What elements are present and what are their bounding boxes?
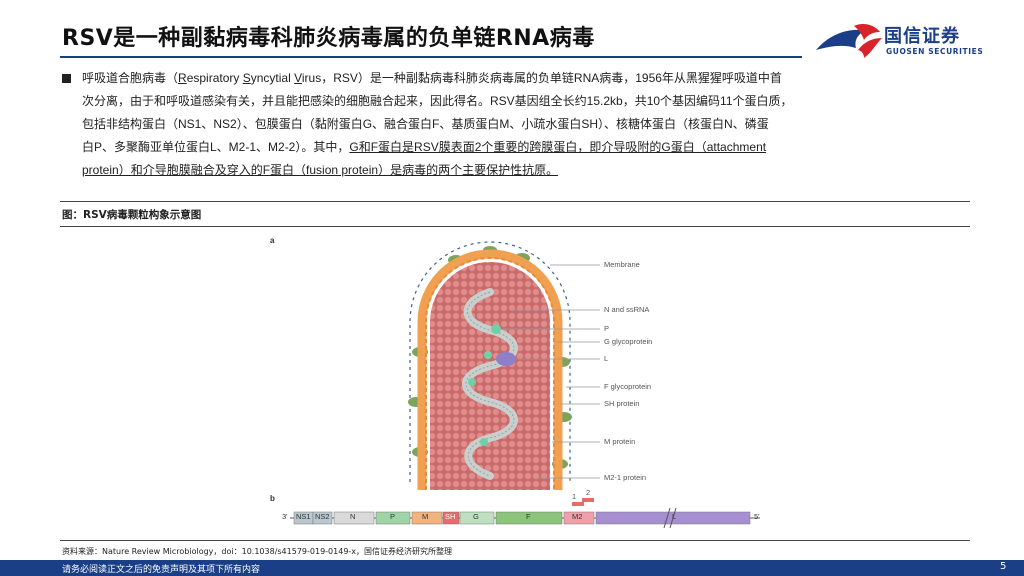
page-number: 5	[1000, 561, 1007, 572]
virion-illustration	[408, 241, 600, 490]
bullet-square-icon	[62, 74, 71, 83]
disclaimer-text: 请务必阅读正文之后的免责声明及其项下所有内容	[62, 565, 261, 575]
label-p: P	[604, 324, 610, 333]
paragraph-line: 包括非结构蛋白（NS1、NS2）、包膜蛋白（黏附蛋白G、融合蛋白F、基质蛋白M、…	[82, 117, 769, 131]
paragraph-line: 白P、多聚酶亚单位蛋白L、M2-1、M2-2）。其中，G和F蛋白是RSV膜表面2…	[82, 140, 767, 154]
label-sh-protein: SH protein	[604, 399, 640, 408]
label-g-glycoprotein: G glycoprotein	[604, 337, 653, 346]
paragraph-line: protein）和介导胞膜融合及穿入的F蛋白（fusion protein）是病…	[82, 163, 559, 177]
figure-caption: 图：RSV病毒颗粒构象示意图	[62, 209, 202, 221]
caption-top-rule	[60, 201, 970, 202]
source-note: 资料来源：Nature Review Microbiology，doi：10.1…	[62, 547, 453, 556]
paragraph-line: 呼吸道合胞病毒（Respiratory Syncytial Virus，RSV）…	[82, 71, 782, 85]
logo-text-en: GUOSEN SECURITIES	[886, 47, 984, 56]
body-paragraph: 呼吸道合胞病毒（Respiratory Syncytial Virus，RSV）…	[82, 67, 982, 182]
page-title: RSV是一种副黏病毒科肺炎病毒属的负单链RNA病毒	[62, 26, 595, 51]
orf-label-2: 2	[586, 488, 591, 497]
paragraph-line: 次分离，由于和呼吸道感染有关，并且能把感染的细胞融合起来，因此得名。RSV基因组…	[82, 94, 793, 108]
genome-labels: 3' NS1 NS2 N P M SH G F M2 L 5'	[282, 512, 760, 521]
source-rule	[60, 540, 970, 541]
label-m2-1-protein: M2-1 protein	[604, 473, 647, 482]
label-l: L	[604, 354, 609, 363]
logo-text-cn: 国信证券	[884, 26, 960, 47]
title-underline	[60, 56, 802, 58]
label-m-protein: M protein	[604, 437, 636, 446]
rsv-virion-figure: a b Membrane N and ssRNA P G glycoprotei…	[260, 232, 780, 532]
label-membrane: Membrane	[604, 260, 640, 269]
label-f-glycoprotein: F glycoprotein	[604, 382, 652, 391]
label-n-ssrna: N and ssRNA	[604, 305, 650, 314]
caption-bottom-rule	[60, 226, 970, 227]
orf-label-1: 1	[572, 492, 577, 501]
